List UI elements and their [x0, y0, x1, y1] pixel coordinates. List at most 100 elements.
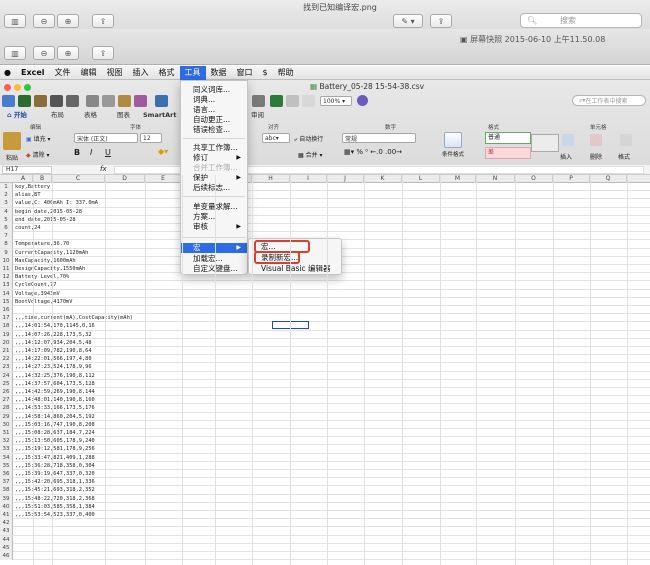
tools-menu-autocorrect[interactable]: 自动更正...: [181, 115, 247, 125]
style-gallery[interactable]: [531, 134, 559, 152]
cell-a-value[interactable]: value,C: 400mAh I: 337.0mA: [15, 199, 98, 207]
tools-menu-macro[interactable]: 宏 ▶: [181, 243, 247, 253]
insert-cells-icon[interactable]: [562, 134, 574, 146]
tab-layout[interactable]: 布局: [46, 110, 69, 121]
cell-a-value[interactable]: ,,,14:37:57,604,173,5,128: [15, 380, 95, 388]
undo-icon[interactable]: [155, 95, 168, 107]
column-header-p[interactable]: P: [553, 175, 590, 183]
paste-label[interactable]: 粘贴: [6, 153, 18, 162]
tools-menu-scenarios[interactable]: 方案...: [181, 212, 247, 222]
merge-button[interactable]: ▦ 合并 ▾: [298, 150, 323, 159]
cell-a-value[interactable]: alias,BT: [15, 191, 41, 199]
cell-a-value[interactable]: BootVoltage,4170mV: [15, 298, 72, 306]
column-header-n[interactable]: N: [476, 175, 515, 183]
tools-menu-share-workbook[interactable]: 共享工作簿...: [181, 143, 247, 153]
row-number[interactable]: 6: [0, 224, 13, 232]
inner-sidebar-button[interactable]: ▥: [4, 46, 26, 60]
row-number[interactable]: 46: [0, 552, 13, 560]
tools-menu-customize-keyboard[interactable]: 自定义键盘...: [181, 264, 247, 274]
row-number[interactable]: 17: [0, 314, 13, 323]
cell-a-value[interactable]: Temperature,36.70: [15, 240, 69, 248]
row-number[interactable]: 44: [0, 535, 13, 544]
column-header-k[interactable]: K: [364, 175, 402, 183]
rotate-button[interactable]: ⇪: [430, 14, 452, 28]
row-number[interactable]: 41: [0, 511, 13, 519]
tools-menu-goal-seek[interactable]: 单变量求解...: [181, 202, 247, 212]
fill-button[interactable]: ▣ 填充 ▾: [26, 134, 51, 143]
menu-data[interactable]: 数据: [206, 66, 232, 80]
tools-menu-follow-up[interactable]: 后续标志...: [181, 183, 247, 193]
menu-insert[interactable]: 插入: [128, 66, 154, 80]
row-number[interactable]: 43: [0, 527, 13, 536]
zoom-window-button[interactable]: [24, 84, 31, 91]
row-number[interactable]: 30: [0, 420, 13, 429]
copy-icon[interactable]: [102, 95, 115, 107]
cell-a-value[interactable]: ,,,14:01:54,170,1145,0,16: [15, 322, 95, 330]
row-number[interactable]: 22: [0, 355, 13, 364]
cell-a-value[interactable]: ,,,15:13:50,605,178,9,240: [15, 437, 95, 445]
menu-view[interactable]: 视图: [102, 66, 128, 80]
new-icon[interactable]: [2, 95, 15, 107]
menu-help[interactable]: 帮助: [273, 66, 299, 80]
open-icon[interactable]: [34, 95, 47, 107]
zoom-out-button[interactable]: ⊖: [33, 14, 55, 28]
menu-window[interactable]: 窗口: [232, 66, 258, 80]
search-field[interactable]: 🔍︎ 搜索: [520, 13, 642, 28]
print-icon[interactable]: [66, 95, 79, 107]
sheet-search[interactable]: ⌕▾ 在工作表中搜索: [572, 95, 646, 106]
cell-a-value[interactable]: ,,,14:58:14,860,204,5,192: [15, 413, 95, 421]
tools-menu-thesaurus[interactable]: 同义词库...: [181, 85, 247, 95]
format-painter-icon[interactable]: [134, 95, 147, 107]
row-number[interactable]: 20: [0, 338, 13, 347]
row-number[interactable]: 39: [0, 494, 13, 503]
bold-button[interactable]: B: [74, 148, 80, 157]
zoom-in-button[interactable]: ⊕: [57, 14, 79, 28]
row-number[interactable]: 15: [0, 297, 13, 306]
formula-fx[interactable]: fx: [100, 165, 107, 173]
cell-a-value[interactable]: DesignCapacity,1550mAh: [15, 265, 85, 273]
row-number[interactable]: 31: [0, 429, 13, 437]
delete-cells-label[interactable]: 删除: [590, 152, 602, 161]
number-format-select[interactable]: 常规: [342, 133, 416, 143]
cell-a-value[interactable]: ,,,15:42:20,695,318,1,336: [15, 478, 95, 486]
cell-a-value[interactable]: ,,,15:36:28,718,358,0,304: [15, 462, 95, 470]
tools-menu-error-check[interactable]: 错误检查...: [181, 125, 247, 135]
style-bad[interactable]: 差: [485, 147, 531, 159]
menu-format[interactable]: 格式: [154, 66, 180, 80]
conditional-format-icon[interactable]: [444, 132, 462, 148]
number-format-buttons[interactable]: ▦▾ % ⁰ ←.0 .00→: [344, 148, 402, 156]
cell-a-value[interactable]: end date,2015-05-28: [15, 216, 76, 224]
row-number[interactable]: 33: [0, 445, 13, 454]
script-icon[interactable]: $: [258, 66, 273, 80]
inner-zoom-in-button[interactable]: ⊕: [57, 46, 79, 60]
cell-a-value[interactable]: ,,,15:08:28,637,184,7,224: [15, 429, 95, 437]
gallery-icon[interactable]: [286, 95, 299, 107]
row-number[interactable]: 25: [0, 379, 13, 388]
zoom-select[interactable]: 100% ▾: [320, 96, 352, 106]
minimize-window-button[interactable]: [14, 84, 21, 91]
row-number[interactable]: 10: [0, 256, 13, 265]
column-header-m[interactable]: M: [440, 175, 476, 183]
style-normal[interactable]: 普通: [485, 132, 531, 144]
column-header-d[interactable]: D: [105, 175, 145, 183]
cell-a-value[interactable]: MaxCapacity,1600mAh: [15, 257, 76, 265]
apple-icon[interactable]: ●: [0, 66, 16, 80]
cell-a-value[interactable]: ,,,14:07:26,228,173,5,32: [15, 331, 92, 339]
row-number[interactable]: 7: [0, 232, 13, 241]
cell-a-value[interactable]: ,,,15:51:03,585,358,1,384: [15, 503, 95, 511]
tools-menu-dictionary[interactable]: 词典...: [181, 95, 247, 105]
row-number[interactable]: 36: [0, 470, 13, 478]
cell-a-value[interactable]: ,,,15:48:22,720,318,2,368: [15, 495, 95, 503]
tab-review[interactable]: 审阅: [246, 110, 269, 121]
cell-a-value[interactable]: ,,,14:12:07,934,204,5,48: [15, 339, 92, 347]
column-header-i[interactable]: I: [290, 175, 327, 183]
tab-home[interactable]: ⌂ 开始: [2, 110, 32, 121]
abc-orientation-button[interactable]: abc ▾: [262, 133, 290, 143]
row-number[interactable]: 37: [0, 478, 13, 487]
row-number[interactable]: 9: [0, 248, 13, 257]
tab-tables[interactable]: 表格: [79, 110, 102, 121]
sidebar-icon-2[interactable]: [302, 95, 315, 107]
fill-color-icon[interactable]: ◆▾: [158, 147, 168, 156]
menu-excel[interactable]: Excel: [16, 66, 50, 80]
insert-cells-label[interactable]: 插入: [560, 152, 572, 161]
